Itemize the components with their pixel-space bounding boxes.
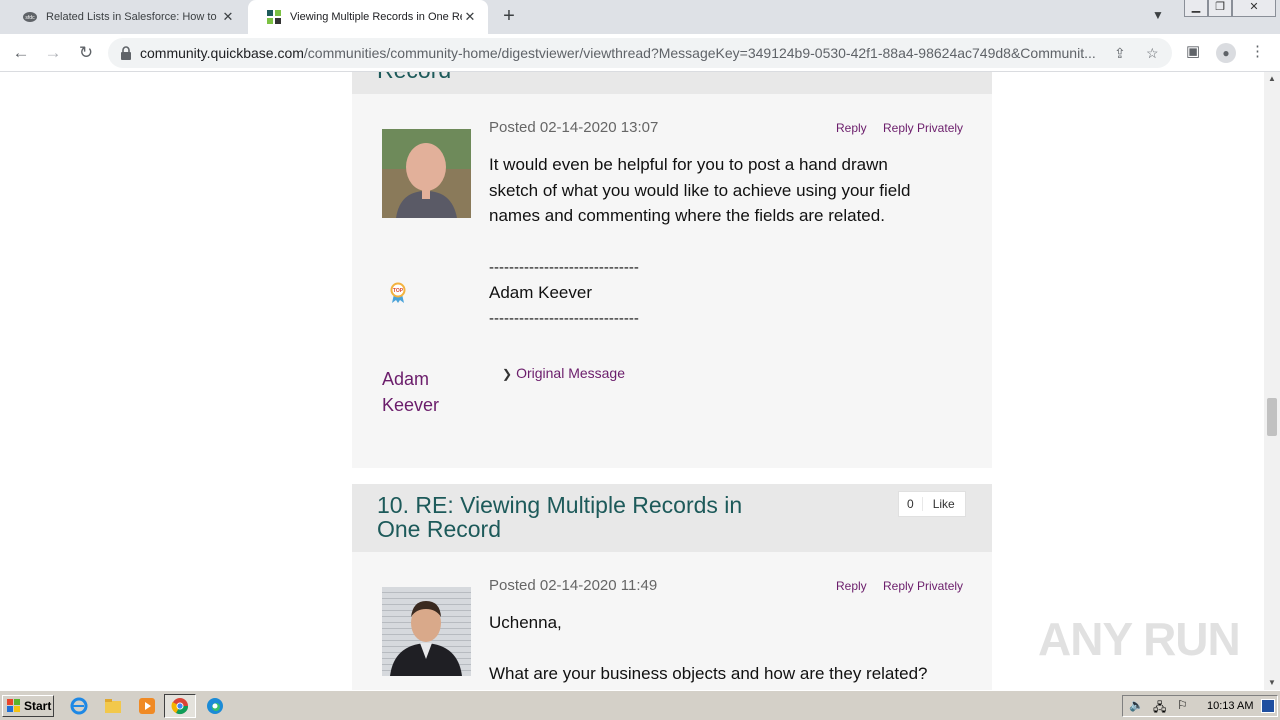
tab-title: Related Lists in Salesforce: How to S (46, 11, 220, 23)
internet-explorer-icon[interactable] (70, 697, 88, 715)
close-tab-icon[interactable]: ✕ (462, 9, 478, 25)
signature-name: Adam Keever (489, 283, 592, 302)
url-host: community.quickbase.com (140, 45, 304, 61)
reply-privately-link[interactable]: Reply Privately (883, 579, 963, 593)
action-center-flag-icon[interactable]: ⚐ (1177, 698, 1188, 712)
post-10-greeting: Uchenna, (489, 613, 562, 632)
page-viewport: Record Posted 02-14-2020 13:07 Reply Rep… (0, 72, 1264, 690)
reload-icon[interactable]: ↻ (75, 42, 97, 64)
media-player-icon[interactable] (138, 697, 156, 715)
chrome-icon (171, 698, 189, 715)
svg-text:sfdc: sfdc (25, 15, 35, 21)
forward-arrow-icon[interactable]: → (42, 42, 64, 64)
start-label: Start (24, 699, 52, 713)
chevron-right-icon: ❯ (502, 367, 513, 381)
url-path: /communities/community-home/digestviewer… (303, 45, 1096, 61)
minimize-icon[interactable]: ▁ (1184, 0, 1208, 17)
reply-link[interactable]: Reply (836, 579, 867, 593)
scroll-thumb[interactable] (1267, 398, 1277, 436)
post-9-header: Record (352, 72, 992, 94)
author-first-name[interactable]: Adam (382, 366, 429, 392)
share-icon[interactable]: ⇪ (1114, 45, 1126, 62)
post-10-question: What are your business objects and how a… (489, 664, 928, 683)
post-10-body: Posted 02-14-2020 11:49 Reply Reply Priv… (352, 552, 992, 690)
edge-icon[interactable] (206, 697, 224, 715)
signature-divider-top: ------------------------------ (489, 259, 639, 276)
anyrun-watermark: ANY RUN (1038, 613, 1241, 665)
signature-divider-bottom: ------------------------------ (489, 310, 639, 327)
author-avatar[interactable] (382, 129, 471, 218)
tab-title: Viewing Multiple Records in One Rec (290, 11, 462, 23)
new-tab-button[interactable]: + (498, 6, 520, 28)
tab-related-lists[interactable]: sfdc Related Lists in Salesforce: How to… (4, 0, 246, 34)
post-10-heading-line-2[interactable]: One Record (377, 517, 501, 541)
like-label: Like (932, 497, 955, 511)
clock[interactable]: 10:13 AM (1207, 700, 1253, 712)
top-contributor-badge-icon: TOP (390, 282, 406, 303)
original-message-toggle[interactable]: ❯ Original Message (502, 365, 625, 381)
author-avatar[interactable] (382, 587, 471, 676)
author-last-name[interactable]: Keever (382, 392, 439, 418)
tab-viewing-multiple-records[interactable]: Viewing Multiple Records in One Rec ✕ (248, 0, 488, 34)
address-bar[interactable]: community.quickbase.com/communities/comm… (108, 38, 1172, 68)
like-button[interactable]: 0 Like (898, 491, 966, 517)
start-button[interactable]: Start (2, 695, 54, 717)
menu-kebab-icon[interactable]: ⋮ (1250, 42, 1265, 60)
post-9-line-2: sketch of what you would like to achieve… (489, 181, 911, 200)
windows-taskbar: Start 🔈 🖧 ⚐ 10:13 AM (0, 690, 1280, 720)
restore-icon[interactable]: ❐ (1208, 0, 1232, 17)
post-9-heading-fragment: Record (377, 72, 451, 82)
post-10-timestamp: Posted 02-14-2020 11:49 (489, 577, 658, 594)
profile-avatar-icon[interactable]: ● (1216, 43, 1236, 63)
close-window-icon[interactable]: ✕ (1232, 0, 1276, 17)
scroll-up-icon[interactable]: ▲ (1264, 72, 1280, 86)
url-text: community.quickbase.com/communities/comm… (140, 45, 1100, 61)
file-explorer-icon[interactable] (104, 697, 122, 715)
post-10-header: 10. RE: Viewing Multiple Records in One … (352, 484, 992, 552)
chrome-taskbar-button[interactable] (164, 694, 196, 718)
volume-icon[interactable]: 🔈 (1129, 698, 1144, 712)
back-arrow-icon[interactable]: ← (10, 42, 32, 64)
reply-privately-link[interactable]: Reply Privately (883, 121, 963, 135)
bookmark-star-icon[interactable]: ☆ (1146, 45, 1159, 62)
post-9-timestamp: Posted 02-14-2020 13:07 (489, 119, 659, 136)
post-9-line-3: names and commenting where the fields ar… (489, 206, 885, 225)
salesforce-favicon-icon: sfdc (23, 12, 37, 22)
vertical-scrollbar[interactable]: ▲ ▼ (1264, 72, 1280, 690)
svg-text:TOP: TOP (393, 288, 404, 294)
lock-icon (121, 46, 131, 60)
window-controls: ▁ ❐ ✕ (1184, 0, 1276, 18)
post-10-heading-line-1[interactable]: 10. RE: Viewing Multiple Records in (377, 493, 742, 517)
tab-search-chevron-icon[interactable]: ▼ (1152, 8, 1164, 22)
tab-strip: sfdc Related Lists in Salesforce: How to… (0, 0, 1280, 34)
scroll-down-icon[interactable]: ▼ (1264, 676, 1280, 690)
side-panel-icon[interactable]: ▣ (1186, 42, 1200, 60)
post-9-line-1: It would even be helpful for you to post… (489, 155, 888, 174)
like-count: 0 (899, 497, 923, 511)
address-toolbar: ← → ↻ community.quickbase.com/communitie… (0, 34, 1280, 72)
network-icon[interactable]: 🖧 (1153, 698, 1166, 719)
reply-link[interactable]: Reply (836, 121, 867, 135)
post-9-body: Posted 02-14-2020 13:07 Reply Reply Priv… (352, 94, 992, 468)
original-message-label: Original Message (516, 365, 625, 381)
quickbase-favicon-icon (267, 10, 281, 24)
system-tray: 🔈 🖧 ⚐ 10:13 AM (1122, 695, 1278, 717)
windows-flag-icon (7, 699, 20, 712)
show-desktop-icon[interactable] (1261, 699, 1275, 713)
close-tab-icon[interactable]: ✕ (220, 9, 236, 25)
